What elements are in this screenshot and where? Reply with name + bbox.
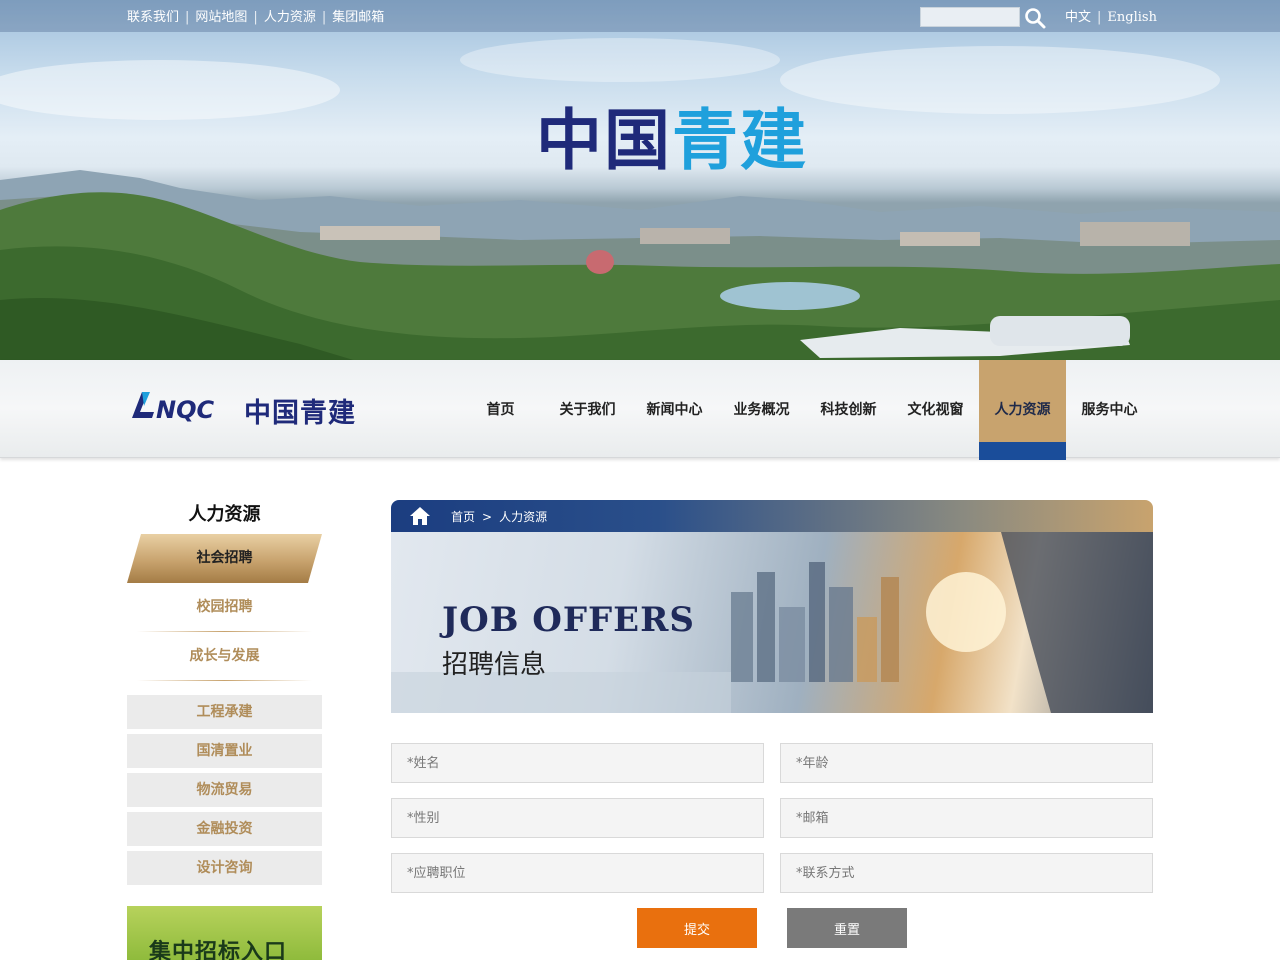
search-icon[interactable] bbox=[1023, 6, 1047, 30]
lang-zh-link[interactable]: 中文 bbox=[1065, 10, 1091, 25]
nav-service[interactable]: 服务中心 bbox=[1066, 360, 1153, 458]
bidding-portal-text: 集中招标入口 bbox=[149, 939, 288, 960]
breadcrumb-home[interactable]: 首页 bbox=[451, 510, 475, 524]
nav-news[interactable]: 新闻中心 bbox=[631, 360, 718, 458]
hero-title-part1: 中国 bbox=[536, 102, 672, 179]
sidebar-item-campus-recruitment[interactable]: 校园招聘 bbox=[127, 583, 322, 631]
sidebar-item-social-recruitment[interactable]: 社会招聘 bbox=[127, 534, 322, 583]
logo-text: 中国青建 bbox=[244, 398, 356, 429]
nav-hr[interactable]: 人力资源 bbox=[979, 360, 1066, 460]
name-field[interactable] bbox=[391, 743, 764, 783]
language-switcher: 中文 | English bbox=[1065, 10, 1157, 25]
position-field[interactable] bbox=[391, 853, 764, 893]
sidebar-divider bbox=[137, 680, 312, 681]
job-offers-title-zh: 招聘信息 bbox=[442, 650, 547, 680]
home-icon[interactable] bbox=[409, 506, 431, 526]
nav-business[interactable]: 业务概况 bbox=[718, 360, 805, 458]
hero-banner: 联系我们 | 网站地图 | 人力资源 | 集团邮箱 中文 | English 中国青建 bbox=[0, 0, 1280, 362]
group-mail-link[interactable]: 集团邮箱 bbox=[332, 10, 384, 25]
search-input[interactable] bbox=[920, 7, 1020, 27]
contact-field[interactable] bbox=[780, 853, 1153, 893]
hero-title: 中国青建 bbox=[536, 108, 808, 174]
sidebar-box-design[interactable]: 设计咨询 bbox=[127, 851, 322, 885]
contact-us-link[interactable]: 联系我们 bbox=[127, 10, 179, 25]
sidebar-box-finance[interactable]: 金融投资 bbox=[127, 812, 322, 846]
breadcrumb-current[interactable]: 人力资源 bbox=[499, 510, 547, 524]
nav-innovation[interactable]: 科技创新 bbox=[805, 360, 892, 458]
gender-field[interactable] bbox=[391, 798, 764, 838]
sitemap-link[interactable]: 网站地图 bbox=[195, 10, 247, 25]
nav-home[interactable]: 首页 bbox=[457, 360, 544, 458]
landscape-illustration bbox=[0, 38, 1280, 362]
breadcrumb: 首页 > 人力资源 bbox=[451, 510, 548, 524]
nav-culture[interactable]: 文化视窗 bbox=[892, 360, 979, 458]
lang-en-link[interactable]: English bbox=[1107, 10, 1157, 25]
svg-text:NQC: NQC bbox=[156, 396, 214, 424]
sidebar-box-engineering[interactable]: 工程承建 bbox=[127, 695, 322, 729]
job-offers-title-en: JOB OFFERS bbox=[442, 600, 695, 640]
reset-button[interactable]: 重置 bbox=[787, 908, 907, 948]
submit-button[interactable]: 提交 bbox=[637, 908, 757, 948]
email-field[interactable] bbox=[780, 798, 1153, 838]
bidding-portal-banner[interactable]: 集中招标入口 bbox=[127, 906, 322, 960]
sidebar-box-logistics[interactable]: 物流贸易 bbox=[127, 773, 322, 807]
hero-title-part2: 青建 bbox=[672, 102, 808, 179]
nav-about[interactable]: 关于我们 bbox=[544, 360, 631, 458]
sidebar-item-growth[interactable]: 成长与发展 bbox=[127, 632, 322, 680]
sidebar-active-label: 社会招聘 bbox=[196, 550, 253, 566]
hr-link[interactable]: 人力资源 bbox=[264, 10, 316, 25]
top-links: 联系我们 | 网站地图 | 人力资源 | 集团邮箱 bbox=[127, 10, 385, 25]
sidebar-box-real-estate[interactable]: 国清置业 bbox=[127, 734, 322, 768]
age-field[interactable] bbox=[780, 743, 1153, 783]
sidebar-title: 人力资源 bbox=[188, 504, 261, 525]
